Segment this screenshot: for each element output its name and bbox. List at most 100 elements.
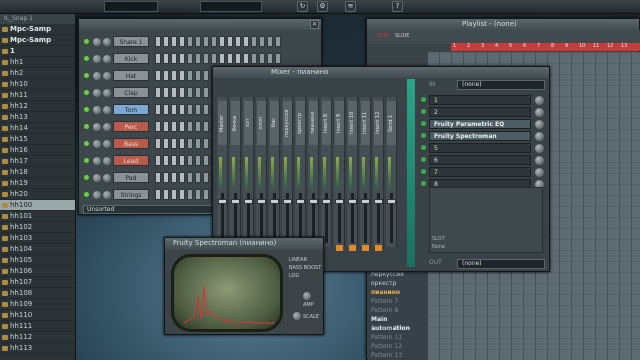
volume-fader[interactable] [348, 199, 357, 204]
amp-knob[interactable] [303, 292, 311, 300]
channel-pan-knob[interactable] [93, 174, 101, 182]
browser-item[interactable]: hh101 [0, 211, 75, 222]
step-button[interactable] [195, 53, 201, 64]
step-button[interactable] [211, 53, 217, 64]
step-button[interactable] [235, 53, 241, 64]
step-button[interactable] [179, 138, 185, 149]
step-button[interactable] [195, 104, 201, 115]
browser-item[interactable]: hh108 [0, 288, 75, 299]
step-button[interactable] [195, 36, 201, 47]
mixer-track-label[interactable]: оркестр [296, 101, 305, 145]
pattern-item[interactable]: Pattern 10 [368, 324, 428, 333]
channel-mute-led[interactable] [84, 158, 89, 163]
fx-enable-led[interactable] [421, 121, 426, 126]
mixer-track[interactable]: Insert 8 [321, 97, 332, 247]
browser-item[interactable]: hh15 [0, 134, 75, 145]
volume-fader[interactable] [283, 199, 292, 204]
step-button[interactable] [155, 53, 161, 64]
channel-mute-led[interactable] [84, 175, 89, 180]
step-button[interactable] [251, 53, 257, 64]
step-button[interactable] [251, 36, 257, 47]
output-select[interactable]: (none) [457, 259, 545, 269]
step-button[interactable] [179, 36, 185, 47]
step-button[interactable] [155, 70, 161, 81]
volume-fader[interactable] [270, 199, 279, 204]
mixer-track-label[interactable]: Insert 11 [361, 101, 370, 145]
mixer-track[interactable]: Insert 9 [334, 97, 345, 251]
browser-item[interactable]: hh106 [0, 266, 75, 277]
browser-item[interactable]: hh14 [0, 123, 75, 134]
pattern-item[interactable]: Pattern 12 [368, 342, 428, 351]
step-button[interactable] [179, 155, 185, 166]
step-button[interactable] [187, 121, 193, 132]
step-button[interactable] [203, 138, 209, 149]
volume-fader[interactable] [257, 199, 266, 204]
step-button[interactable] [171, 155, 177, 166]
volume-fader[interactable] [218, 199, 227, 204]
mixer-track[interactable]: бочка [230, 97, 241, 247]
step-button[interactable] [227, 53, 233, 64]
channel-volume-knob[interactable] [103, 72, 111, 80]
channel-pan-knob[interactable] [93, 123, 101, 131]
volume-fader[interactable] [296, 199, 305, 204]
pattern-item[interactable]: оркестр [368, 279, 428, 288]
browser-item[interactable]: hh11 [0, 90, 75, 101]
step-button[interactable] [155, 138, 161, 149]
mixer-track[interactable]: Insert 10 [347, 97, 358, 251]
pattern-item[interactable]: Pattern 11 [368, 333, 428, 342]
channel-volume-knob[interactable] [103, 38, 111, 46]
fx-enable-led[interactable] [421, 145, 426, 150]
step-button[interactable] [243, 53, 249, 64]
mixer-track[interactable]: оркестр [295, 97, 306, 247]
step-button[interactable] [227, 36, 233, 47]
mixer-track-label[interactable]: хэт [244, 101, 253, 145]
channel-pan-knob[interactable] [93, 140, 101, 148]
browser-item[interactable]: hh16 [0, 145, 75, 156]
volume-fader[interactable] [322, 199, 331, 204]
fx-slot[interactable]: 2 [429, 107, 531, 117]
step-button[interactable] [267, 53, 273, 64]
channel-mute-led[interactable] [84, 107, 89, 112]
scale-knob[interactable] [293, 312, 301, 320]
channel-volume-knob[interactable] [103, 106, 111, 114]
step-button[interactable] [195, 70, 201, 81]
refresh-icon[interactable]: ↻ [297, 1, 308, 12]
step-button[interactable] [203, 87, 209, 98]
browser-item[interactable]: hh111 [0, 321, 75, 332]
step-button[interactable] [187, 172, 193, 183]
browser-item[interactable]: hh109 [0, 299, 75, 310]
browser-item[interactable]: hh107 [0, 277, 75, 288]
fx-mix-knob[interactable] [535, 132, 544, 141]
step-button[interactable] [163, 172, 169, 183]
input-select[interactable]: (none) [457, 80, 545, 90]
pattern-item[interactable]: Main automation [368, 315, 428, 332]
channel-mute-led[interactable] [84, 56, 89, 61]
step-button[interactable] [163, 138, 169, 149]
channel-name-button[interactable]: Bass [113, 138, 149, 149]
step-button[interactable] [203, 36, 209, 47]
browser-item[interactable]: hh100 [0, 200, 75, 211]
fx-mix-knob[interactable] [535, 156, 544, 165]
fx-slot[interactable]: 6 [429, 155, 531, 165]
pattern-item[interactable]: Pattern 13 [368, 351, 428, 360]
step-button[interactable] [275, 36, 281, 47]
channel-pan-knob[interactable] [93, 106, 101, 114]
browser-item[interactable]: hh18 [0, 167, 75, 178]
volume-fader[interactable] [244, 199, 253, 204]
step-button[interactable] [195, 189, 201, 200]
spectrum-mode-option[interactable]: BASS BOOST [289, 264, 323, 272]
send-toggle[interactable] [336, 245, 343, 251]
channel-name-button[interactable]: Lead [113, 155, 149, 166]
channel-mute-led[interactable] [84, 90, 89, 95]
volume-fader[interactable] [374, 199, 383, 204]
channel-pan-knob[interactable] [93, 72, 101, 80]
mixer-track[interactable]: перкуссия [282, 97, 293, 247]
step-button[interactable] [275, 53, 281, 64]
volume-fader[interactable] [231, 199, 240, 204]
mixer-track[interactable]: клэп [256, 97, 267, 247]
eq-panel[interactable]: SLOT None [429, 187, 543, 253]
mixer-track-label[interactable]: Insert 12 [374, 101, 383, 145]
channel-volume-knob[interactable] [103, 191, 111, 199]
fx-mix-knob[interactable] [535, 108, 544, 117]
step-button[interactable] [155, 104, 161, 115]
